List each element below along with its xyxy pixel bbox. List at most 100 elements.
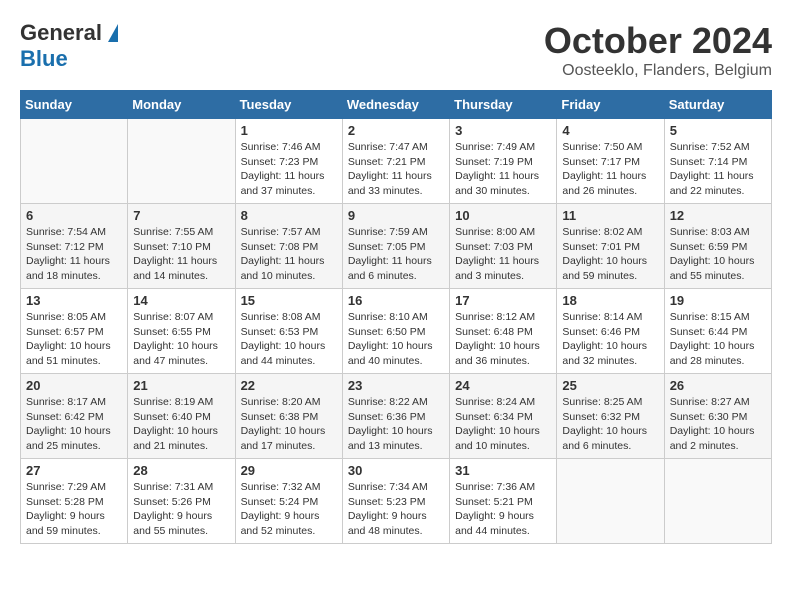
day-detail: Sunrise: 8:20 AMSunset: 6:38 PMDaylight:… [241,395,337,454]
day-number: 27 [26,463,122,478]
day-number: 3 [455,123,551,138]
day-number: 5 [670,123,766,138]
day-number: 11 [562,208,658,223]
month-title: October 2024 [544,20,772,62]
calendar-cell [557,459,664,544]
day-detail: Sunrise: 8:27 AMSunset: 6:30 PMDaylight:… [670,395,766,454]
day-number: 18 [562,293,658,308]
calendar-cell: 10 Sunrise: 8:00 AMSunset: 7:03 PMDayligh… [450,204,557,289]
calendar-cell: 29 Sunrise: 7:32 AMSunset: 5:24 PMDayligh… [235,459,342,544]
calendar-cell: 3Sunrise: 7:49 AMSunset: 7:19 PMDaylight… [450,119,557,204]
logo-triangle-icon [108,24,118,42]
day-detail: Sunrise: 8:25 AMSunset: 6:32 PMDaylight:… [562,395,658,454]
day-detail: Sunrise: 8:08 AMSunset: 6:53 PMDaylight:… [241,310,337,369]
day-number: 21 [133,378,229,393]
header-row: SundayMondayTuesdayWednesdayThursdayFrid… [21,91,772,119]
day-number: 20 [26,378,122,393]
day-detail: Sunrise: 7:47 AMSunset: 7:21 PMDaylight:… [348,140,444,199]
page-header: General Blue October 2024 Oosteeklo, Fla… [20,20,772,80]
calendar-cell: 4 Sunrise: 7:50 AMSunset: 7:17 PMDaylight… [557,119,664,204]
day-header-wednesday: Wednesday [342,91,449,119]
day-number: 14 [133,293,229,308]
calendar-cell: 24 Sunrise: 8:24 AMSunset: 6:34 PMDayligh… [450,374,557,459]
day-number: 31 [455,463,551,478]
day-number: 1 [241,123,337,138]
day-number: 6 [26,208,122,223]
day-detail: Sunrise: 7:34 AMSunset: 5:23 PMDaylight:… [348,480,444,539]
day-detail: Sunrise: 8:22 AMSunset: 6:36 PMDaylight:… [348,395,444,454]
day-number: 24 [455,378,551,393]
week-row-1: 1Sunrise: 7:46 AMSunset: 7:23 PMDaylight… [21,119,772,204]
day-detail: Sunrise: 8:07 AMSunset: 6:55 PMDaylight:… [133,310,229,369]
week-row-2: 6 Sunrise: 7:54 AMSunset: 7:12 PMDaylight… [21,204,772,289]
day-number: 30 [348,463,444,478]
day-number: 16 [348,293,444,308]
day-detail: Sunrise: 7:57 AMSunset: 7:08 PMDaylight:… [241,225,337,284]
day-number: 12 [670,208,766,223]
day-number: 23 [348,378,444,393]
calendar-cell: 20 Sunrise: 8:17 AMSunset: 6:42 PMDayligh… [21,374,128,459]
calendar-cell: 12 Sunrise: 8:03 AMSunset: 6:59 PMDayligh… [664,204,771,289]
day-number: 26 [670,378,766,393]
calendar-cell: 22 Sunrise: 8:20 AMSunset: 6:38 PMDayligh… [235,374,342,459]
day-header-tuesday: Tuesday [235,91,342,119]
day-detail: Sunrise: 7:31 AMSunset: 5:26 PMDaylight:… [133,480,229,539]
week-row-3: 13 Sunrise: 8:05 AMSunset: 6:57 PMDayligh… [21,289,772,374]
day-detail: Sunrise: 7:55 AMSunset: 7:10 PMDaylight:… [133,225,229,284]
week-row-5: 27 Sunrise: 7:29 AMSunset: 5:28 PMDayligh… [21,459,772,544]
day-number: 4 [562,123,658,138]
day-number: 19 [670,293,766,308]
day-detail: Sunrise: 7:29 AMSunset: 5:28 PMDaylight:… [26,480,122,539]
logo: General Blue [20,20,118,72]
day-detail: Sunrise: 8:00 AMSunset: 7:03 PMDaylight:… [455,225,551,284]
day-number: 9 [348,208,444,223]
day-header-monday: Monday [128,91,235,119]
day-detail: Sunrise: 7:59 AMSunset: 7:05 PMDaylight:… [348,225,444,284]
day-number: 17 [455,293,551,308]
calendar-cell: 15 Sunrise: 8:08 AMSunset: 6:53 PMDayligh… [235,289,342,374]
day-detail: Sunrise: 8:10 AMSunset: 6:50 PMDaylight:… [348,310,444,369]
calendar-table: SundayMondayTuesdayWednesdayThursdayFrid… [20,90,772,544]
day-header-sunday: Sunday [21,91,128,119]
calendar-cell: 23 Sunrise: 8:22 AMSunset: 6:36 PMDayligh… [342,374,449,459]
day-detail: Sunrise: 7:50 AMSunset: 7:17 PMDaylight:… [562,140,658,199]
calendar-cell: 13 Sunrise: 8:05 AMSunset: 6:57 PMDayligh… [21,289,128,374]
day-number: 22 [241,378,337,393]
logo-general-text: General [20,20,102,46]
calendar-cell: 18 Sunrise: 8:14 AMSunset: 6:46 PMDayligh… [557,289,664,374]
calendar-cell [128,119,235,204]
day-detail: Sunrise: 7:54 AMSunset: 7:12 PMDaylight:… [26,225,122,284]
day-detail: Sunrise: 7:32 AMSunset: 5:24 PMDaylight:… [241,480,337,539]
day-detail: Sunrise: 8:19 AMSunset: 6:40 PMDaylight:… [133,395,229,454]
calendar-cell: 5 Sunrise: 7:52 AMSunset: 7:14 PMDaylight… [664,119,771,204]
calendar-cell: 7 Sunrise: 7:55 AMSunset: 7:10 PMDaylight… [128,204,235,289]
day-detail: Sunrise: 7:36 AMSunset: 5:21 PMDaylight:… [455,480,551,539]
day-number: 10 [455,208,551,223]
location-text: Oosteeklo, Flanders, Belgium [544,62,772,80]
day-detail: Sunrise: 8:15 AMSunset: 6:44 PMDaylight:… [670,310,766,369]
day-number: 13 [26,293,122,308]
day-detail: Sunrise: 8:24 AMSunset: 6:34 PMDaylight:… [455,395,551,454]
calendar-cell: 9 Sunrise: 7:59 AMSunset: 7:05 PMDaylight… [342,204,449,289]
calendar-cell: 17 Sunrise: 8:12 AMSunset: 6:48 PMDayligh… [450,289,557,374]
title-area: October 2024 Oosteeklo, Flanders, Belgiu… [544,20,772,80]
calendar-cell [664,459,771,544]
calendar-cell [21,119,128,204]
day-detail: Sunrise: 7:52 AMSunset: 7:14 PMDaylight:… [670,140,766,199]
day-header-thursday: Thursday [450,91,557,119]
calendar-cell: 11Sunrise: 8:02 AMSunset: 7:01 PMDayligh… [557,204,664,289]
calendar-cell: 16 Sunrise: 8:10 AMSunset: 6:50 PMDayligh… [342,289,449,374]
calendar-cell: 31 Sunrise: 7:36 AMSunset: 5:21 PMDayligh… [450,459,557,544]
calendar-cell: 26 Sunrise: 8:27 AMSunset: 6:30 PMDayligh… [664,374,771,459]
day-detail: Sunrise: 8:12 AMSunset: 6:48 PMDaylight:… [455,310,551,369]
day-detail: Sunrise: 8:14 AMSunset: 6:46 PMDaylight:… [562,310,658,369]
week-row-4: 20 Sunrise: 8:17 AMSunset: 6:42 PMDayligh… [21,374,772,459]
day-detail: Sunrise: 8:17 AMSunset: 6:42 PMDaylight:… [26,395,122,454]
day-detail: Sunrise: 8:05 AMSunset: 6:57 PMDaylight:… [26,310,122,369]
day-number: 15 [241,293,337,308]
calendar-cell: 28Sunrise: 7:31 AMSunset: 5:26 PMDayligh… [128,459,235,544]
day-number: 29 [241,463,337,478]
calendar-cell: 21 Sunrise: 8:19 AMSunset: 6:40 PMDayligh… [128,374,235,459]
day-detail: Sunrise: 8:03 AMSunset: 6:59 PMDaylight:… [670,225,766,284]
day-number: 7 [133,208,229,223]
